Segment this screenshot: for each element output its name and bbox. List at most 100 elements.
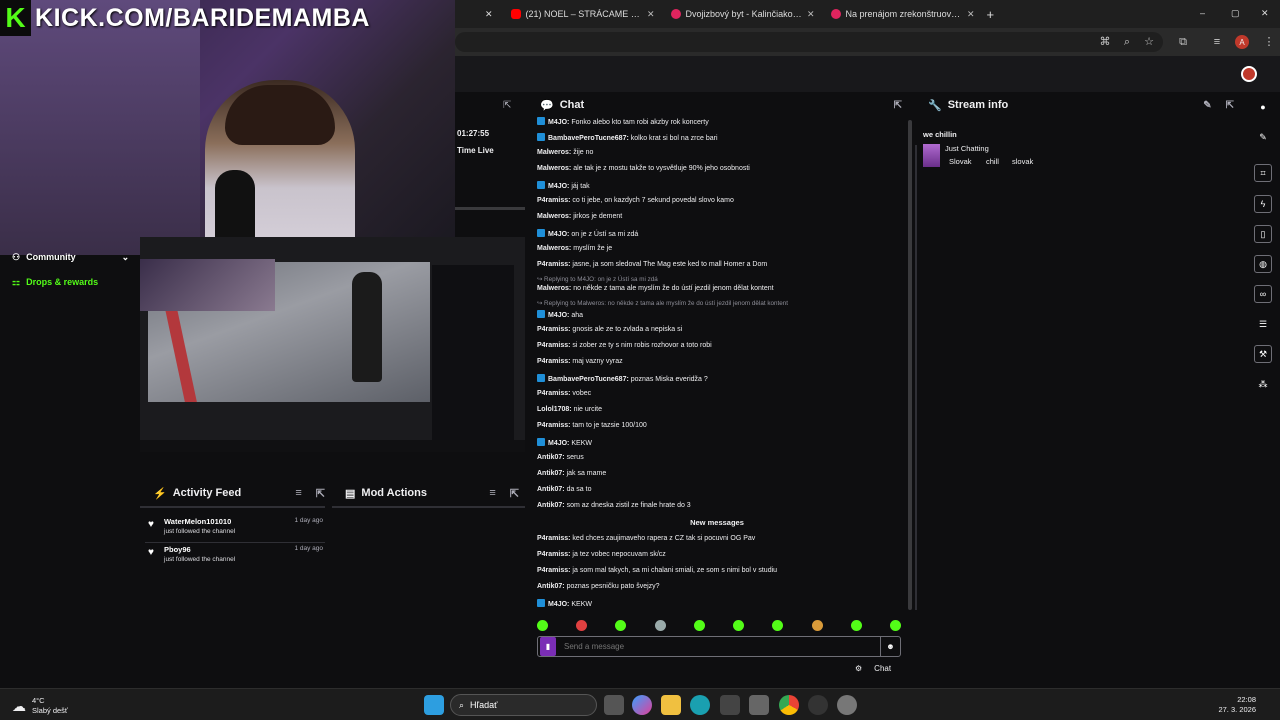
minimize-button[interactable]: –: [1200, 8, 1205, 18]
popout-icon[interactable]: ⇱: [894, 100, 902, 111]
lightning-icon[interactable]: ϟ: [1254, 195, 1272, 213]
user-badge-icon[interactable]: ▮: [540, 637, 556, 656]
tag[interactable]: slovak: [1012, 157, 1033, 166]
tag[interactable]: Slovak: [949, 157, 972, 166]
copilot-icon[interactable]: [632, 695, 652, 715]
sidebar-item-drops[interactable]: ⚏ Drops & rewards: [12, 277, 98, 288]
chat-username[interactable]: P4ramiss:: [537, 535, 570, 542]
chat-message[interactable]: P4ramiss: co ti jebe, on kazdych 7 sekun…: [537, 197, 734, 204]
chat-message[interactable]: Malweros: ale tak je z mostu takže to vy…: [537, 165, 750, 172]
close-tab-icon[interactable]: ✕: [485, 9, 493, 20]
chat-username[interactable]: P4ramiss:: [537, 551, 570, 558]
chat-message[interactable]: M4JO: on je z Ústí sa mi zdá: [537, 229, 638, 238]
chat-message[interactable]: Malweros: no někde z tama ale myslím že …: [537, 285, 774, 292]
activity-row[interactable]: ♥ WaterMelon101010 just followed the cha…: [145, 515, 325, 543]
edge-icon[interactable]: [690, 695, 710, 715]
settings-icon[interactable]: [837, 695, 857, 715]
nodes-icon[interactable]: ⁂: [1254, 375, 1272, 393]
taskbar-search[interactable]: ⌕ Hľadať: [450, 694, 597, 716]
chat-username[interactable]: Antik07:: [537, 454, 565, 461]
popout-icon[interactable]: ⇱: [503, 100, 511, 111]
chat-username[interactable]: M4JO:: [548, 231, 569, 238]
chat-username[interactable]: Antik07:: [537, 583, 565, 590]
url-field[interactable]: [455, 32, 1163, 52]
chat-message[interactable]: P4ramiss: ked chces zaujimaveho rapera z…: [537, 535, 755, 542]
vscode-icon[interactable]: [749, 695, 769, 715]
sidebar-item-community[interactable]: ⚇ Community ⌄: [12, 252, 129, 263]
chat-message[interactable]: M4JO: aha: [537, 310, 583, 319]
emote-icon[interactable]: [654, 619, 666, 631]
emote-icon[interactable]: [772, 619, 784, 631]
emote-icon[interactable]: [693, 619, 705, 631]
chat-message[interactable]: Antik07: som az dneska zistil ze finale …: [537, 502, 691, 509]
chat-username[interactable]: Antik07:: [537, 470, 565, 477]
chat-scrollbar[interactable]: [908, 120, 912, 610]
task-view-icon[interactable]: [604, 695, 624, 715]
chat-message[interactable]: P4ramiss: maj vazny vyraz: [537, 358, 623, 365]
document-icon[interactable]: ▯: [1254, 225, 1272, 243]
chat-message[interactable]: BambavePeroTucne687: poznas Miska everid…: [537, 374, 708, 383]
bookmark-star-icon[interactable]: ☆: [1143, 36, 1155, 48]
reply-context[interactable]: ↪ Replying to M4JO: on je z Ústí sa mi z…: [537, 276, 658, 283]
chat-username[interactable]: P4ramiss:: [537, 326, 570, 333]
chat-message[interactable]: P4ramiss: ja som mal takych, sa mi chala…: [537, 567, 777, 574]
chat-message[interactable]: P4ramiss: tam to je tazsie 100/100: [537, 422, 647, 429]
emote-icon[interactable]: [733, 619, 745, 631]
chat-message[interactable]: Malweros: žije no: [537, 149, 593, 156]
chat-username[interactable]: M4JO:: [548, 183, 569, 190]
activity-row[interactable]: ♥ Pboy96 just followed the channel 1 day…: [145, 543, 325, 571]
chat-username[interactable]: Malweros:: [537, 165, 571, 172]
chat-username[interactable]: M4JO:: [548, 440, 569, 447]
chat-username[interactable]: P4ramiss:: [537, 422, 570, 429]
browser-tab[interactable]: (21) NOEL – STRÁCAME CH ✕: [503, 0, 663, 28]
chat-username[interactable]: P4ramiss:: [537, 197, 570, 204]
system-clock[interactable]: 22:08 27. 3. 2026: [1218, 695, 1256, 715]
popout-icon[interactable]: ⇱: [510, 487, 519, 500]
menu-icon[interactable]: ⋮: [1263, 36, 1275, 48]
obs-icon[interactable]: [808, 695, 828, 715]
new-tab-button[interactable]: +: [987, 7, 995, 22]
chat-message[interactable]: Antik07: serus: [537, 454, 584, 461]
chat-username[interactable]: P4ramiss:: [537, 390, 570, 397]
chat-message[interactable]: M4JO: jáj tak: [537, 181, 590, 190]
pen-icon[interactable]: ✎: [1254, 128, 1272, 146]
link-icon[interactable]: ∞: [1254, 285, 1272, 303]
chat-message[interactable]: P4ramiss: jasne, ja som sledoval The Mag…: [537, 261, 767, 268]
browser-tab[interactable]: Dvojizbový byt - Kalinčiakova u ✕: [663, 0, 823, 28]
chat-message[interactable]: M4JO: KEKW: [537, 438, 592, 447]
chat-username[interactable]: Malweros:: [537, 245, 571, 252]
chrome-icon[interactable]: [779, 695, 799, 715]
close-window-button[interactable]: ✕: [1261, 8, 1269, 19]
chat-message[interactable]: Antik07: da sa to: [537, 486, 592, 493]
settings-icon[interactable]: ⚙: [855, 664, 862, 673]
profile-avatar[interactable]: A: [1235, 35, 1249, 49]
chat-message[interactable]: Malweros: jirkos je dement: [537, 213, 622, 220]
emote-icon[interactable]: [576, 619, 588, 631]
chat-username[interactable]: P4ramiss:: [537, 358, 570, 365]
media-icon[interactable]: ≡: [1211, 36, 1223, 48]
chat-message[interactable]: P4ramiss: si zober ze ty s nim robis roz…: [537, 342, 712, 349]
user-avatar[interactable]: [1241, 66, 1257, 82]
browser-tab[interactable]: Na prenájom zrekonštruovaný ✕: [823, 0, 983, 28]
popout-icon[interactable]: ⇱: [1226, 100, 1234, 111]
emote-icon[interactable]: [889, 619, 901, 631]
close-tab-icon[interactable]: ✕: [807, 9, 815, 20]
chat-send-button[interactable]: Chat: [874, 664, 891, 673]
emoji-icon[interactable]: ☻: [880, 637, 900, 656]
chat-message-input[interactable]: [556, 642, 880, 651]
stream-preview[interactable]: [140, 237, 525, 452]
chat-message[interactable]: P4ramiss: gnosis ale ze to zvlada a nepi…: [537, 326, 682, 333]
chat-username[interactable]: M4JO:: [548, 601, 569, 608]
close-tab-icon[interactable]: ✕: [967, 9, 975, 20]
chat-message[interactable]: M4JO: KEKW: [537, 599, 592, 608]
popout-icon[interactable]: ⇱: [316, 487, 325, 500]
close-tab-icon[interactable]: ✕: [647, 9, 655, 20]
chat-message[interactable]: M4JO: Fonko alebo kto tam robi akzby rok…: [537, 117, 709, 126]
store-icon[interactable]: [720, 695, 740, 715]
chat-username[interactable]: M4JO:: [548, 312, 569, 319]
chat-username[interactable]: P4ramiss:: [537, 342, 570, 349]
tag[interactable]: chill: [986, 157, 999, 166]
chat-message[interactable]: P4ramiss: ja tez vobec nepocuvam sk/cz: [537, 551, 666, 558]
file-explorer-icon[interactable]: [661, 695, 681, 715]
zoom-icon[interactable]: ⌕: [1121, 36, 1133, 48]
